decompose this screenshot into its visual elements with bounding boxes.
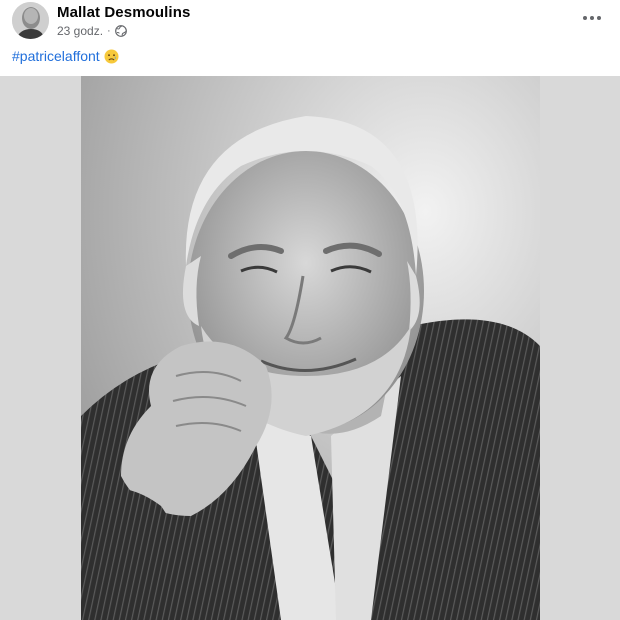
sad-tear-emoji-icon — [104, 49, 119, 64]
post-timestamp[interactable]: 23 godz. — [57, 24, 103, 38]
more-options-button[interactable] — [580, 8, 604, 28]
meta-separator: · — [107, 25, 111, 37]
post-meta: 23 godz. · — [57, 24, 127, 38]
globe-icon[interactable] — [114, 25, 127, 37]
portrait-image — [81, 76, 540, 620]
post-photo[interactable] — [81, 76, 540, 620]
avatar-image — [12, 2, 49, 39]
post-header: Mallat Desmoulins 23 godz. · #patricelaf… — [0, 0, 620, 76]
author-avatar[interactable] — [12, 2, 49, 39]
post-text: #patricelaffont — [12, 48, 119, 64]
author-name[interactable]: Mallat Desmoulins — [57, 4, 190, 21]
hashtag-link[interactable]: #patricelaffont — [12, 48, 100, 64]
photo-frame — [0, 76, 620, 620]
more-horizontal-icon — [583, 16, 587, 20]
